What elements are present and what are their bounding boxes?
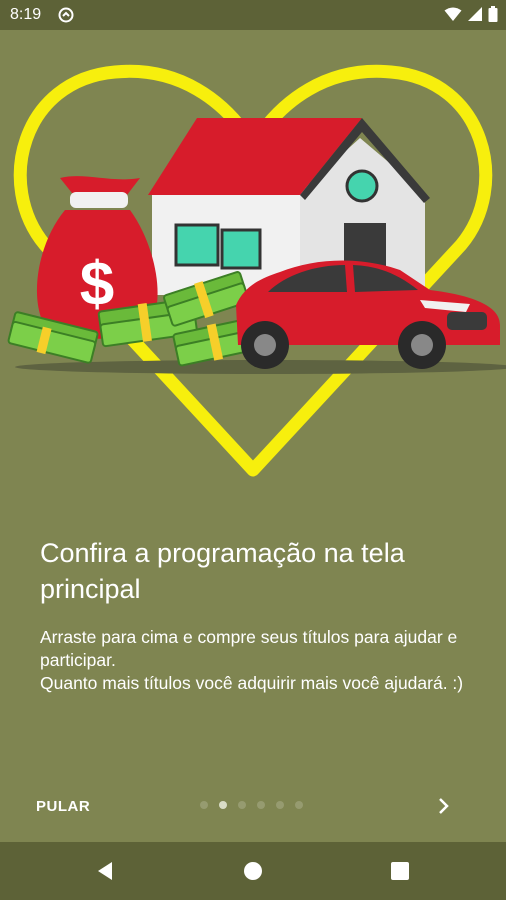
status-bar: 8:19: [0, 0, 506, 30]
onboarding-title: Confira a programação na tela principal: [40, 538, 405, 604]
page-dot: [276, 801, 284, 809]
page-dot: [238, 801, 246, 809]
hero-illustration: $: [7, 64, 506, 477]
back-icon[interactable]: [95, 860, 117, 882]
do-not-disturb-icon: [58, 7, 74, 23]
page-dot: [200, 801, 208, 809]
svg-text:$: $: [80, 250, 114, 319]
description-line: Arraste para cima e compre seus títulos …: [40, 627, 458, 670]
home-icon[interactable]: [242, 860, 264, 882]
navigation-bar: [0, 842, 506, 900]
wifi-icon: [444, 7, 462, 21]
page-dot: [295, 801, 303, 809]
page-dot-active: [219, 801, 227, 809]
signal-icon: [468, 7, 482, 21]
onboarding-description: Arraste para cima e compre seus títulos …: [40, 626, 470, 695]
skip-button[interactable]: PULAR: [36, 798, 90, 815]
page-dot: [257, 801, 265, 809]
description-line: Quanto mais títulos você adquirir mais v…: [40, 673, 464, 693]
status-time: 8:19: [10, 6, 42, 23]
battery-icon: [488, 6, 498, 22]
chevron-right-icon[interactable]: [432, 795, 454, 817]
recents-icon[interactable]: [389, 860, 411, 882]
page-indicator: [200, 801, 303, 809]
status-icons: [444, 6, 498, 22]
